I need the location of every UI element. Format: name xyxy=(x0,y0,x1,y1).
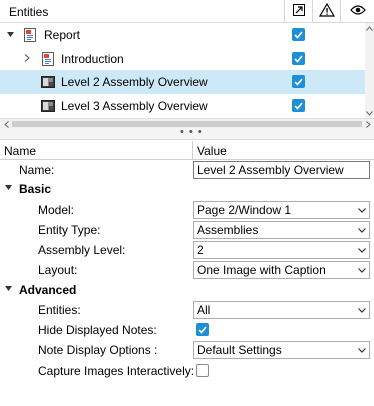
eye-icon xyxy=(349,4,366,19)
property-label: Layout: xyxy=(38,263,78,277)
dropdown-value: Default Settings xyxy=(197,343,282,357)
assembly-level-dropdown[interactable]: 2 xyxy=(193,241,370,259)
section-advanced[interactable]: Advanced xyxy=(0,281,374,301)
visibility-checkbox[interactable] xyxy=(292,52,305,65)
image-slide-icon xyxy=(40,74,56,90)
chevron-down-icon xyxy=(357,205,367,215)
section-basic[interactable]: Basic xyxy=(0,180,374,200)
property-label: Capture Images Interactively: xyxy=(38,364,195,378)
note-display-dropdown[interactable]: Default Settings xyxy=(193,341,370,359)
property-row-entities: Entities: All xyxy=(0,300,374,320)
capture-images-checkbox[interactable] xyxy=(196,364,209,377)
dropdown-value: 2 xyxy=(197,243,204,257)
visibility-checkbox[interactable] xyxy=(292,28,305,41)
tree-item-label: Report xyxy=(44,28,81,42)
panel-splitter[interactable]: • • • xyxy=(0,126,374,140)
entities-tree: Report Introduction Level 2 Assembly Ove… xyxy=(0,23,374,118)
chevron-down-icon xyxy=(357,265,367,275)
warning-icon xyxy=(318,2,335,20)
property-row-note-display-options: Note Display Options : Default Settings xyxy=(0,340,374,360)
visibility-column-header[interactable] xyxy=(340,0,374,23)
property-label: Entities: xyxy=(38,303,81,317)
property-row-name: Name: Level 2 Assembly Overview xyxy=(0,160,374,180)
image-slide-icon xyxy=(40,98,56,114)
section-expanded-icon[interactable] xyxy=(5,285,12,294)
section-title: Basic xyxy=(19,182,52,196)
chevron-down-icon xyxy=(357,245,367,255)
property-label: Note Display Options : xyxy=(38,343,158,357)
model-dropdown[interactable]: Page 2/Window 1 xyxy=(193,201,370,219)
property-label: Model: xyxy=(38,203,75,217)
layout-dropdown[interactable]: One Image with Caption xyxy=(193,261,370,279)
property-row-assembly-level: Assembly Level: 2 xyxy=(0,240,374,260)
property-row-layout: Layout: One Image with Caption xyxy=(0,260,374,280)
report-page-icon xyxy=(40,51,56,67)
scroll-up-icon[interactable] xyxy=(365,23,374,33)
chevron-down-icon xyxy=(357,345,367,355)
visibility-checkbox[interactable] xyxy=(292,75,305,88)
dropdown-value: All xyxy=(197,303,211,317)
chevron-down-icon xyxy=(357,305,367,315)
property-label: Entity Type: xyxy=(38,223,101,237)
tree-item-label: Level 3 Assembly Overview xyxy=(61,99,208,113)
dropdown-value: Page 2/Window 1 xyxy=(197,203,292,217)
name-field[interactable]: Level 2 Assembly Overview xyxy=(193,161,370,179)
hide-notes-checkbox[interactable] xyxy=(196,323,209,336)
section-expanded-icon[interactable] xyxy=(5,184,12,193)
warning-column-header[interactable] xyxy=(312,0,340,23)
chevron-down-icon xyxy=(357,225,367,235)
tree-item-label: Level 2 Assembly Overview xyxy=(61,75,208,89)
scroll-down-icon[interactable] xyxy=(365,108,374,118)
expand-column-header[interactable] xyxy=(284,0,312,23)
entities-dropdown[interactable]: All xyxy=(193,301,370,319)
column-header-name: Name xyxy=(4,144,37,158)
dropdown-value: One Image with Caption xyxy=(197,263,326,277)
dropdown-value: Assemblies xyxy=(197,223,259,237)
expand-arrow-icon xyxy=(292,4,305,19)
property-label: Assembly Level: xyxy=(38,243,126,257)
property-row-capture-images: Capture Images Interactively: xyxy=(0,361,374,381)
entity-type-dropdown[interactable]: Assemblies xyxy=(193,221,370,239)
tree-item-level-2-assembly-overview[interactable]: Level 2 Assembly Overview xyxy=(0,70,365,94)
tree-item-introduction[interactable]: Introduction xyxy=(0,47,365,71)
property-label: Name: xyxy=(19,163,55,177)
report-icon xyxy=(22,27,38,43)
entities-title: Entities xyxy=(9,5,49,19)
tree-vertical-scrollbar[interactable] xyxy=(365,23,374,118)
property-label: Hide Displayed Notes: xyxy=(38,323,157,337)
expanded-arrow-icon[interactable] xyxy=(5,28,15,40)
visibility-checkbox[interactable] xyxy=(292,99,305,112)
column-header-value: Value xyxy=(192,141,374,160)
section-title: Advanced xyxy=(19,283,77,297)
property-row-entity-type: Entity Type: Assemblies xyxy=(0,220,374,240)
property-row-model: Model: Page 2/Window 1 xyxy=(0,200,374,220)
tree-item-label: Introduction xyxy=(61,52,124,66)
entities-header: Entities xyxy=(0,0,374,23)
tree-item-report[interactable]: Report xyxy=(0,23,365,47)
property-grid-header: Name Value xyxy=(0,141,374,160)
property-row-hide-displayed-notes: Hide Displayed Notes: xyxy=(0,320,374,340)
collapsed-arrow-icon[interactable] xyxy=(22,52,32,64)
splitter-grip: • • • xyxy=(180,126,203,138)
tree-item-level-3-assembly-overview[interactable]: Level 3 Assembly Overview xyxy=(0,94,365,118)
